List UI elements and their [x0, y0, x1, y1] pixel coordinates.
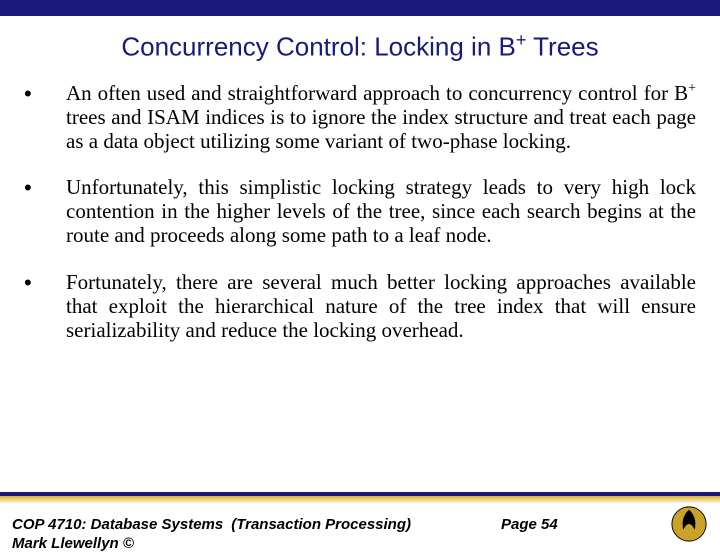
footer-gradient: [0, 496, 720, 504]
content-area: • An often used and straightforward appr…: [0, 71, 720, 342]
footer: COP 4710: Database Systems (Transaction …: [0, 492, 720, 540]
header-bar: [0, 0, 720, 16]
footer-page: Page 54: [501, 516, 558, 533]
title-prefix: Concurrency Control: Locking in B: [121, 32, 516, 62]
bullet-text: Fortunately, there are several much bett…: [66, 270, 696, 342]
slide-title: Concurrency Control: Locking in B+ Trees: [0, 16, 720, 71]
bullet-pre: Unfortunately, this simplistic locking s…: [66, 175, 696, 247]
bullet-text: Unfortunately, this simplistic locking s…: [66, 175, 696, 247]
title-suffix: Trees: [526, 32, 598, 62]
footer-course: COP 4710: Database Systems: [12, 516, 223, 533]
ucf-logo-icon: [670, 505, 708, 543]
footer-author: Mark Llewellyn ©: [12, 535, 134, 552]
bullet-item: • Fortunately, there are several much be…: [24, 270, 696, 342]
bullet-pre: An often used and straightforward approa…: [66, 81, 688, 105]
bullet-post: trees and ISAM indices is to ignore the …: [66, 105, 696, 153]
bullet-item: • An often used and straightforward appr…: [24, 81, 696, 153]
bullet-sup: +: [688, 81, 696, 96]
bullet-mark: •: [24, 175, 66, 247]
bullet-mark: •: [24, 81, 66, 153]
footer-topic: (Transaction Processing): [231, 516, 411, 533]
bullet-mark: •: [24, 270, 66, 342]
bullet-item: • Unfortunately, this simplistic locking…: [24, 175, 696, 247]
title-sup: +: [516, 30, 527, 50]
bullet-pre: Fortunately, there are several much bett…: [66, 270, 696, 342]
bullet-text: An often used and straightforward approa…: [66, 81, 696, 153]
